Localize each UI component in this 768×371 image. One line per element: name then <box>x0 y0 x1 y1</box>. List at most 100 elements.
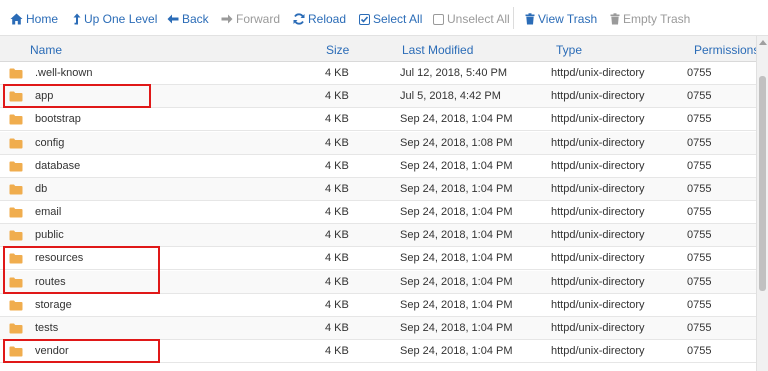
file-name: vendor <box>35 345 69 358</box>
file-type: httpd/unix-directory <box>551 206 645 219</box>
file-last-modified: Jul 12, 2018, 5:40 PM <box>400 67 508 79</box>
select-all-button[interactable]: Select All <box>359 11 422 27</box>
file-last-modified: Sep 24, 2018, 1:04 PM <box>400 113 513 126</box>
folder-icon <box>9 161 23 175</box>
file-permissions: 0755 <box>687 136 712 149</box>
checkbox-checked-icon <box>359 13 370 25</box>
file-size: 4 KB <box>325 159 349 172</box>
back-button[interactable]: Back <box>167 11 209 27</box>
folder-icon <box>9 207 23 221</box>
file-name: routes <box>35 275 66 288</box>
file-type: httpd/unix-directory <box>551 90 645 103</box>
file-type: httpd/unix-directory <box>551 159 645 172</box>
file-name: public <box>35 229 64 242</box>
file-row[interactable]: db 4 KB Sep 24, 2018, 1:04 PM httpd/unix-di… <box>0 177 756 201</box>
file-permissions: 0755 <box>687 321 712 334</box>
file-row[interactable]: resources 4 KB Sep 24, 2018, 1:04 PM httpd/… <box>0 247 756 271</box>
file-size: 4 KB <box>325 252 349 265</box>
file-last-modified: Sep 24, 2018, 1:04 PM <box>400 182 513 195</box>
folder-icon <box>9 91 23 105</box>
folder-icon <box>9 323 23 337</box>
scrollbar-thumb[interactable] <box>759 76 766 291</box>
empty-trash-button[interactable]: Empty Trash <box>610 11 690 27</box>
vertical-scrollbar[interactable] <box>756 36 768 371</box>
column-header-type[interactable]: Type <box>556 43 582 57</box>
column-header-permissions[interactable]: Permissions <box>694 43 759 57</box>
up-one-level-button[interactable]: Up One Level <box>73 11 157 27</box>
home-icon <box>10 13 23 25</box>
refresh-icon <box>293 13 305 25</box>
file-type: httpd/unix-directory <box>551 136 645 149</box>
file-name: bootstrap <box>35 113 81 126</box>
file-permissions: 0755 <box>687 113 712 126</box>
file-row[interactable]: email 4 KB Sep 24, 2018, 1:04 PM httpd/unix… <box>0 201 756 225</box>
file-size: 4 KB <box>325 90 349 103</box>
arrow-right-icon <box>221 14 233 24</box>
file-permissions: 0755 <box>687 252 712 265</box>
folder-icon <box>9 114 23 128</box>
view-trash-label: View Trash <box>538 12 598 26</box>
file-row[interactable]: bootstrap 4 KB Sep 24, 2018, 1:04 PM httpd/… <box>0 108 756 132</box>
file-permissions: 0755 <box>687 206 712 219</box>
file-permissions: 0755 <box>687 90 712 103</box>
file-size: 4 KB <box>325 206 349 219</box>
file-last-modified: Jul 5, 2018, 4:42 PM <box>400 90 501 103</box>
folder-icon <box>9 277 23 291</box>
file-size: 4 KB <box>325 67 349 79</box>
file-type: httpd/unix-directory <box>551 113 645 126</box>
column-header-size[interactable]: Size <box>326 43 349 57</box>
file-row[interactable]: tests 4 KB Sep 24, 2018, 1:04 PM httpd/unix… <box>0 316 756 340</box>
unselect-all-button[interactable]: Unselect All <box>433 11 510 27</box>
view-trash-button[interactable]: View Trash <box>525 11 597 27</box>
trash-icon <box>525 13 535 25</box>
file-name: db <box>35 182 48 195</box>
file-type: httpd/unix-directory <box>551 298 645 311</box>
file-last-modified: Sep 24, 2018, 1:04 PM <box>400 298 513 311</box>
file-permissions: 0755 <box>687 298 712 311</box>
file-row[interactable]: storage 4 KB Sep 24, 2018, 1:04 PM httpd/un… <box>0 294 756 317</box>
column-header-name[interactable]: Name <box>30 43 62 57</box>
file-last-modified: Sep 24, 2018, 1:04 PM <box>400 345 513 358</box>
folder-icon <box>9 184 23 198</box>
file-row[interactable]: routes 4 KB Sep 24, 2018, 1:04 PM httpd/uni… <box>0 270 756 294</box>
back-label: Back <box>182 12 209 26</box>
scroll-up-arrow[interactable] <box>759 40 767 45</box>
forward-button[interactable]: Forward <box>221 11 280 27</box>
home-label: Home <box>26 12 59 26</box>
file-last-modified: Sep 24, 2018, 1:04 PM <box>400 206 513 219</box>
home-button[interactable]: Home <box>10 11 58 27</box>
file-size: 4 KB <box>325 136 349 149</box>
file-size: 4 KB <box>325 298 349 311</box>
file-row[interactable]: .well-known 4 KB Jul 12, 2018, 5:40 PM http… <box>0 62 756 85</box>
file-row[interactable]: app 4 KB Jul 5, 2018, 4:42 PM httpd/unix-di… <box>0 85 756 109</box>
folder-icon <box>9 230 23 244</box>
file-row[interactable]: vendor 4 KB Sep 24, 2018, 1:04 PM httpd/uni… <box>0 340 756 364</box>
file-row[interactable]: public 4 KB Sep 24, 2018, 1:04 PM httpd/uni… <box>0 224 756 248</box>
file-type: httpd/unix-directory <box>551 275 645 288</box>
trash-icon <box>610 13 620 25</box>
file-size: 4 KB <box>325 275 349 288</box>
select-all-label: Select All <box>373 12 423 26</box>
file-size: 4 KB <box>325 113 349 126</box>
checkbox-empty-icon <box>433 13 444 25</box>
file-permissions: 0755 <box>687 67 712 79</box>
file-row[interactable]: database 4 KB Sep 24, 2018, 1:04 PM httpd/u… <box>0 155 756 178</box>
folder-icon <box>9 253 23 267</box>
file-last-modified: Sep 24, 2018, 1:04 PM <box>400 159 513 172</box>
file-last-modified: Sep 24, 2018, 1:04 PM <box>400 229 513 242</box>
file-last-modified: Sep 24, 2018, 1:08 PM <box>400 136 513 149</box>
file-size: 4 KB <box>325 345 349 358</box>
file-name: resources <box>35 252 84 265</box>
column-header-last-modified[interactable]: Last Modified <box>402 43 473 57</box>
reload-button[interactable]: Reload <box>293 11 346 27</box>
file-type: httpd/unix-directory <box>551 229 645 242</box>
file-type: httpd/unix-directory <box>551 182 645 195</box>
file-name: config <box>35 136 65 149</box>
file-name: storage <box>35 298 72 311</box>
file-name: tests <box>35 321 59 334</box>
folder-icon <box>9 300 23 314</box>
arrow-left-icon <box>167 14 179 24</box>
folder-icon <box>9 346 23 360</box>
file-row[interactable]: config 4 KB Sep 24, 2018, 1:08 PM httpd/uni… <box>0 131 756 155</box>
file-name: app <box>35 90 54 103</box>
